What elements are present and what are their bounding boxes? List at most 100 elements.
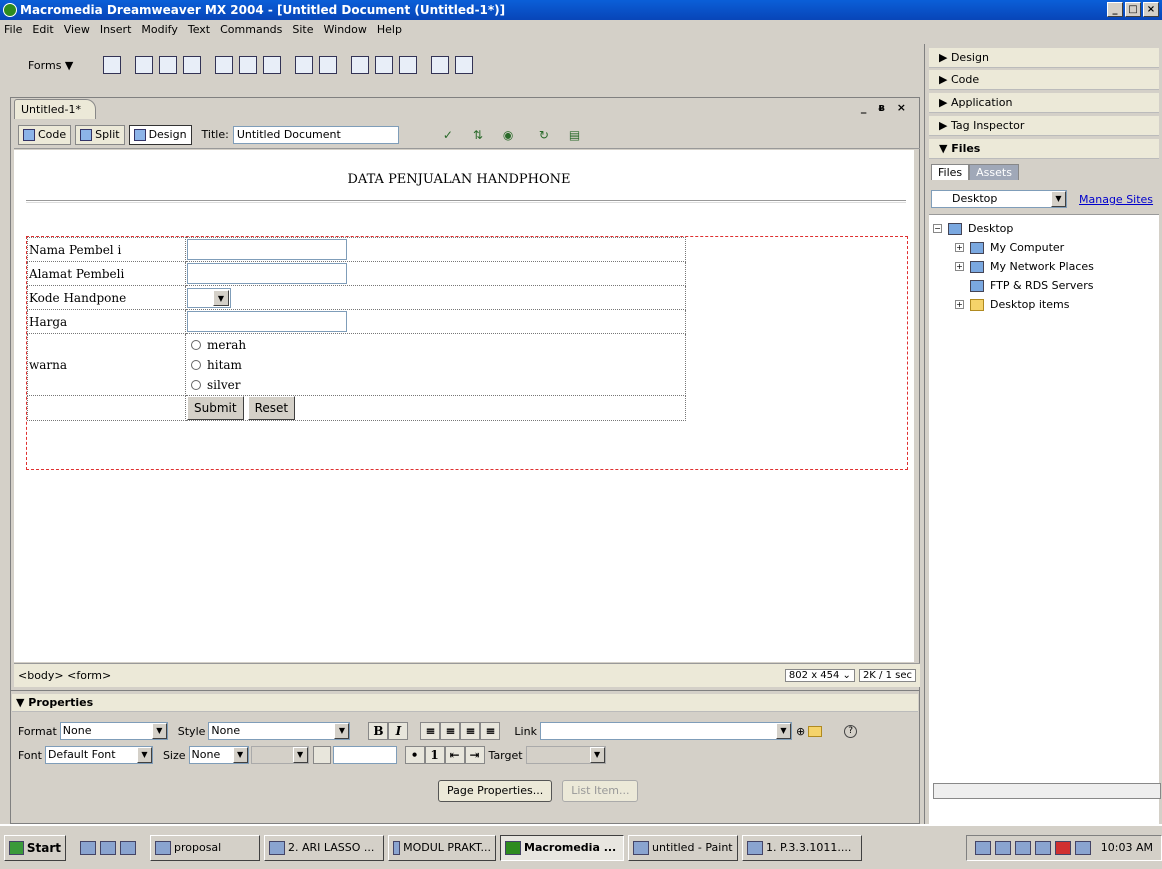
taskbar-item-paint[interactable]: untitled - Paint — [628, 834, 738, 861]
tag-selector[interactable]: <body> <form> — [18, 669, 111, 682]
unordered-list-icon[interactable]: • — [404, 746, 425, 764]
align-left-icon[interactable]: ≡ — [420, 722, 441, 740]
taskbar-item-macromedia[interactable]: Macromedia ... — [500, 834, 624, 861]
list-menu-icon[interactable] — [295, 56, 314, 74]
menu-help[interactable]: Help — [377, 23, 402, 36]
expand-icon[interactable]: + — [955, 243, 964, 252]
label-icon[interactable] — [431, 56, 450, 74]
tab-assets[interactable]: Assets — [969, 164, 1019, 180]
text-field-icon[interactable] — [135, 56, 154, 74]
tree-item-ftp-servers[interactable]: FTP & RDS Servers — [933, 276, 1094, 295]
tree-item-desktop-items[interactable]: + Desktop items — [933, 295, 1094, 314]
align-center-icon[interactable]: ≡ — [440, 722, 461, 740]
indent-icon[interactable]: ⇥ — [464, 746, 485, 764]
menu-edit[interactable]: Edit — [32, 23, 53, 36]
outdent-icon[interactable]: ⇤ — [444, 746, 465, 764]
menu-window[interactable]: Window — [324, 23, 367, 36]
window-size-menu[interactable]: 802 x 454 ⌄ — [784, 669, 855, 682]
reset-button[interactable]: Reset — [247, 396, 296, 420]
image-field-icon[interactable] — [351, 56, 370, 74]
close-button[interactable]: × — [1143, 2, 1159, 17]
design-canvas[interactable]: DATA PENJUALAN HANDPHONE Nama Pembel i A… — [14, 150, 918, 662]
quick-launch-dreamweaver-icon[interactable] — [80, 840, 96, 855]
quick-launch-ie-icon[interactable] — [100, 840, 116, 855]
taskbar-item-word-doc[interactable]: 1. P.3.3.1011.... — [742, 834, 862, 861]
kode-handpone-select[interactable]: ▼ — [187, 287, 231, 308]
page-properties-button[interactable]: Page Properties... — [438, 780, 553, 802]
size-select[interactable]: None ▼ — [188, 746, 249, 764]
radio-circle[interactable] — [191, 359, 201, 370]
menu-site[interactable]: Site — [292, 23, 313, 36]
site-select[interactable]: Desktop ▼ — [931, 190, 1067, 208]
bold-button[interactable]: B — [368, 722, 389, 740]
help-icon[interactable]: ? — [844, 724, 858, 738]
check-browser-icon[interactable]: ✓ — [443, 127, 461, 143]
menu-modify[interactable]: Modify — [141, 23, 177, 36]
textarea-icon[interactable] — [183, 56, 202, 74]
style-select[interactable]: None ▼ — [208, 722, 351, 740]
code-panel-header[interactable]: ▶ Code — [929, 70, 1159, 90]
volume-icon[interactable] — [975, 840, 991, 855]
hidden-field-icon[interactable] — [159, 56, 178, 74]
form-boundary[interactable]: Nama Pembel i Alamat Pembeli Kode Handpo… — [26, 236, 908, 470]
justify-icon[interactable]: ≡ — [480, 722, 501, 740]
italic-button[interactable]: I — [388, 722, 409, 740]
document-title-input[interactable]: Untitled Document — [232, 125, 399, 144]
code-view-button[interactable]: Code — [18, 124, 72, 145]
link-input[interactable]: ▼ — [539, 722, 792, 740]
font-select[interactable]: Default Font ▼ — [44, 746, 153, 764]
checkbox-icon[interactable] — [215, 56, 234, 74]
properties-header[interactable]: ▼ Properties — [12, 694, 918, 712]
tray-app-icon[interactable] — [995, 840, 1011, 855]
menu-file[interactable]: File — [4, 23, 22, 36]
minimize-button[interactable]: _ — [1107, 2, 1123, 17]
menu-insert[interactable]: Insert — [100, 23, 132, 36]
point-to-file-icon[interactable]: ⊕ — [796, 725, 805, 738]
file-management-icon[interactable]: ⇅ — [473, 127, 491, 143]
folder-icon[interactable] — [808, 725, 823, 737]
tree-item-network-places[interactable]: + My Network Places — [933, 257, 1094, 276]
radio-circle[interactable] — [191, 339, 201, 350]
files-panel-header[interactable]: ▼ Files — [929, 139, 1159, 159]
horizontal-scrollbar[interactable] — [933, 783, 1161, 799]
text-color-input[interactable] — [332, 746, 397, 764]
split-view-button[interactable]: Split — [75, 124, 125, 145]
taskbar-item-proposal[interactable]: proposal — [150, 834, 260, 861]
tag-inspector-panel-header[interactable]: ▶ Tag Inspector — [929, 116, 1159, 136]
start-button[interactable]: Start — [4, 834, 66, 861]
refresh-icon[interactable]: ↻ — [539, 127, 557, 143]
menu-commands[interactable]: Commands — [220, 23, 282, 36]
maximize-button[interactable]: □ — [1125, 2, 1141, 17]
fieldset-icon[interactable] — [455, 56, 474, 74]
expand-icon[interactable]: + — [955, 262, 964, 271]
antivirus-icon[interactable] — [1055, 840, 1071, 855]
document-window-controls[interactable]: _ ᴃ × — [861, 101, 910, 114]
menu-text[interactable]: Text — [188, 23, 210, 36]
nama-pembeli-input[interactable] — [187, 239, 347, 260]
button-icon[interactable] — [399, 56, 418, 74]
taskbar-item-ari-lasso[interactable]: 2. ARI LASSO ... — [264, 834, 384, 861]
menu-view[interactable]: View — [64, 23, 90, 36]
radio-button-icon[interactable] — [239, 56, 258, 74]
format-select[interactable]: None ▼ — [59, 722, 168, 740]
radio-merah[interactable]: merah — [187, 335, 684, 355]
jump-menu-icon[interactable] — [319, 56, 338, 74]
taskbar-item-modul-prakt[interactable]: MODUL PRAKT... — [388, 834, 496, 861]
preview-browser-icon[interactable]: ◉ — [503, 127, 521, 143]
form-icon[interactable] — [103, 56, 122, 74]
file-field-icon[interactable] — [375, 56, 394, 74]
align-right-icon[interactable]: ≡ — [460, 722, 481, 740]
collapse-icon[interactable]: − — [933, 224, 942, 233]
application-panel-header[interactable]: ▶ Application — [929, 93, 1159, 113]
submit-button[interactable]: Submit — [187, 396, 244, 420]
harga-input[interactable] — [187, 311, 347, 332]
insert-category-menu[interactable]: Forms ▼ — [28, 59, 73, 72]
tray-misc-icon[interactable] — [1075, 840, 1091, 855]
view-options-icon[interactable]: ▤ — [569, 127, 587, 143]
radio-hitam[interactable]: hitam — [187, 355, 684, 375]
radio-circle[interactable] — [191, 379, 201, 390]
tree-item-my-computer[interactable]: + My Computer — [933, 238, 1094, 257]
quick-launch-messenger-icon[interactable] — [120, 840, 136, 855]
network-icon[interactable] — [1015, 840, 1031, 855]
tree-item-desktop[interactable]: − Desktop — [933, 219, 1094, 238]
